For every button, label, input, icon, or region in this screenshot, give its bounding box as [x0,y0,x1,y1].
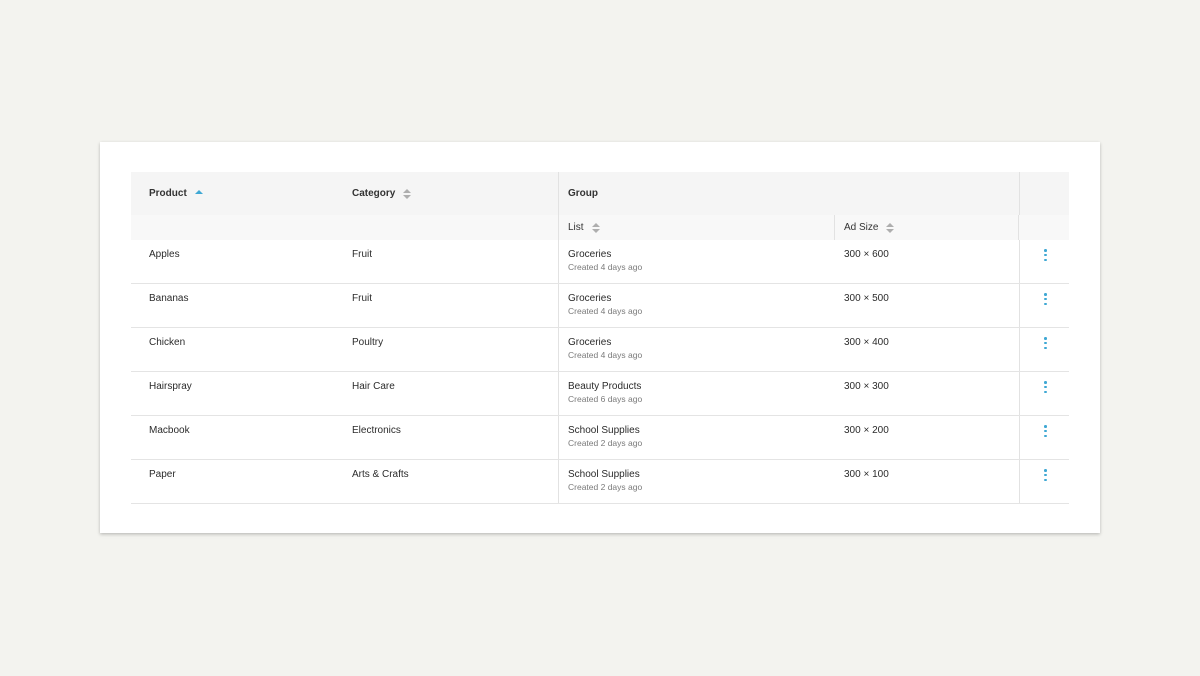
cell-actions [1019,240,1070,283]
cell-category: Electronics [352,425,401,436]
created-date: Created 6 days ago [568,394,643,404]
column-header-group-label: Group [568,188,598,199]
table-row[interactable]: Chicken Poultry Groceries Created 4 days… [131,328,1069,372]
column-header-group: Group [558,172,1018,215]
cell-list: Groceries Created 4 days ago [558,240,1018,283]
cell-product: Paper [149,469,176,480]
cell-actions [1019,460,1070,503]
column-header-list-label: List [568,222,584,233]
created-date: Created 2 days ago [568,438,643,448]
more-vertical-icon[interactable] [1044,469,1047,481]
column-header-ad-size-label: Ad Size [844,222,879,233]
list-name: Groceries [568,293,612,304]
more-vertical-icon[interactable] [1044,337,1047,349]
list-name: Groceries [568,249,612,260]
cell-ad-size: 300 × 200 [844,425,889,436]
sort-icon[interactable] [886,222,895,233]
column-header-category[interactable]: Category [352,172,412,215]
sort-icon[interactable] [403,188,412,199]
created-date: Created 4 days ago [568,306,643,316]
data-table: Product Category Group List Ad Size Appl… [131,172,1069,504]
cell-ad-size: 300 × 500 [844,293,889,304]
table-row[interactable]: Apples Fruit Groceries Created 4 days ag… [131,240,1069,284]
more-vertical-icon[interactable] [1044,293,1047,305]
column-header-ad-size[interactable]: Ad Size [835,215,1019,240]
cell-list: Groceries Created 4 days ago [558,328,1018,371]
column-header-list[interactable]: List [558,215,835,240]
cell-actions [1019,416,1070,459]
sort-ascending-icon[interactable] [194,189,203,194]
table-row[interactable]: Paper Arts & Crafts School Supplies Crea… [131,460,1069,504]
cell-actions [1019,328,1070,371]
cell-product: Bananas [149,293,189,304]
cell-ad-size: 300 × 400 [844,337,889,348]
cell-actions [1019,372,1070,415]
list-name: Groceries [568,337,612,348]
table-row[interactable]: Macbook Electronics School Supplies Crea… [131,416,1069,460]
column-header-category-label: Category [352,188,396,199]
cell-ad-size: 300 × 100 [844,469,889,480]
table-header-row: Product Category Group [131,172,1069,215]
cell-ad-size: 300 × 300 [844,381,889,392]
cell-product: Hairspray [149,381,192,392]
cell-list: School Supplies Created 2 days ago [558,416,1018,459]
cell-ad-size: 300 × 600 [844,249,889,260]
sort-icon[interactable] [591,222,600,233]
more-vertical-icon[interactable] [1044,425,1047,437]
table-card: Product Category Group List Ad Size Appl… [100,142,1100,533]
column-header-actions [1019,172,1069,215]
cell-category: Hair Care [352,381,395,392]
table-row[interactable]: Hairspray Hair Care Beauty Products Crea… [131,372,1069,416]
list-name: Beauty Products [568,381,642,392]
cell-product: Chicken [149,337,186,348]
cell-category: Poultry [352,337,384,348]
created-date: Created 4 days ago [568,262,643,272]
cell-product: Apples [149,249,180,260]
more-vertical-icon[interactable] [1044,249,1047,261]
created-date: Created 4 days ago [568,350,643,360]
column-header-product-label: Product [149,188,187,199]
cell-category: Fruit [352,293,372,304]
cell-category: Arts & Crafts [352,469,409,480]
cell-product: Macbook [149,425,190,436]
cell-actions [1019,284,1070,327]
cell-list: Beauty Products Created 6 days ago [558,372,1018,415]
cell-list: School Supplies Created 2 days ago [558,460,1018,503]
list-name: School Supplies [568,425,640,436]
table-subheader-row: List Ad Size [131,215,1069,240]
more-vertical-icon[interactable] [1044,381,1047,393]
column-header-product[interactable]: Product [149,172,203,215]
list-name: School Supplies [568,469,640,480]
cell-category: Fruit [352,249,372,260]
created-date: Created 2 days ago [568,482,643,492]
table-row[interactable]: Bananas Fruit Groceries Created 4 days a… [131,284,1069,328]
cell-list: Groceries Created 4 days ago [558,284,1018,327]
